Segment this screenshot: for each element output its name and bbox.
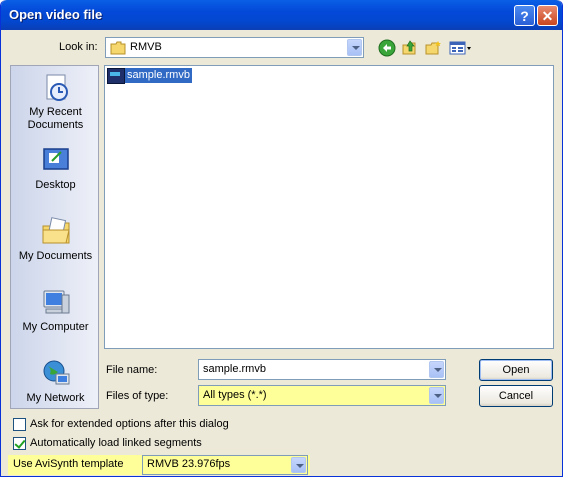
- back-icon[interactable]: [378, 39, 396, 57]
- my-network-icon: [40, 358, 72, 390]
- place-my-network[interactable]: My Network: [11, 358, 100, 405]
- close-icon: ✕: [541, 8, 554, 24]
- files-of-type-value: All types (*.*): [203, 389, 267, 401]
- place-label: Desktop: [35, 179, 76, 191]
- avisynth-template-value: RMVB 23.976fps: [147, 458, 231, 470]
- avisynth-label: Use AviSynth template: [13, 458, 124, 470]
- file-name-input[interactable]: sample.rmvb: [198, 359, 446, 380]
- up-folder-icon[interactable]: [401, 39, 419, 57]
- look-in-dropdown[interactable]: RMVB: [105, 37, 364, 58]
- video-file-icon: [107, 68, 125, 84]
- folder-icon: [110, 41, 126, 55]
- place-label: My Computer: [22, 321, 89, 333]
- file-list[interactable]: sample.rmvb: [104, 65, 554, 349]
- extended-options-checkbox[interactable]: [13, 418, 26, 431]
- linked-segments-label: Automatically load linked segments: [30, 437, 202, 449]
- place-desktop[interactable]: Desktop: [11, 145, 100, 192]
- place-label: My Documents: [18, 250, 93, 262]
- file-name-label: File name:: [106, 364, 158, 376]
- look-in-label: Look in:: [59, 41, 98, 53]
- files-of-type-label: Files of type:: [106, 390, 169, 402]
- files-of-type-dropdown-arrow[interactable]: [429, 387, 444, 404]
- avisynth-dropdown-arrow[interactable]: [291, 457, 306, 473]
- avisynth-template-dropdown[interactable]: RMVB 23.976fps: [142, 455, 308, 475]
- file-name: sample.rmvb: [125, 68, 192, 83]
- look-in-value: RMVB: [130, 41, 162, 53]
- linked-segments-checkbox[interactable]: [13, 437, 26, 450]
- cancel-button[interactable]: Cancel: [479, 385, 553, 407]
- file-name-dropdown-arrow[interactable]: [429, 361, 444, 378]
- place-my-computer[interactable]: My Computer: [11, 287, 100, 334]
- my-computer-icon: [40, 287, 72, 319]
- help-icon: ?: [520, 8, 529, 24]
- place-my-documents[interactable]: My Documents: [11, 216, 100, 263]
- help-button[interactable]: ?: [514, 5, 535, 26]
- place-label: My Recent Documents: [27, 106, 84, 131]
- my-documents-icon: [40, 216, 72, 248]
- desktop-icon: [40, 145, 72, 177]
- new-folder-icon[interactable]: [424, 39, 442, 57]
- title-bar[interactable]: Open video file ? ✕: [1, 0, 562, 30]
- window-title: Open video file: [9, 7, 103, 22]
- close-button[interactable]: ✕: [537, 5, 558, 26]
- open-video-file-dialog: Open video file ? ✕ Look in: RMVB My Rec…: [0, 0, 563, 477]
- look-in-dropdown-arrow[interactable]: [347, 39, 362, 56]
- open-button[interactable]: Open: [479, 359, 553, 381]
- place-my-recent-documents[interactable]: My Recent Documents: [11, 72, 100, 132]
- files-of-type-dropdown[interactable]: All types (*.*): [198, 385, 446, 406]
- place-label: My Network: [26, 392, 85, 404]
- extended-options-label: Ask for extended options after this dial…: [30, 418, 229, 430]
- recent-documents-icon: [40, 72, 72, 104]
- file-name-value: sample.rmvb: [203, 363, 266, 375]
- views-menu-icon[interactable]: [449, 39, 473, 57]
- places-bar: My Recent Documents Desktop My Documents…: [10, 65, 99, 409]
